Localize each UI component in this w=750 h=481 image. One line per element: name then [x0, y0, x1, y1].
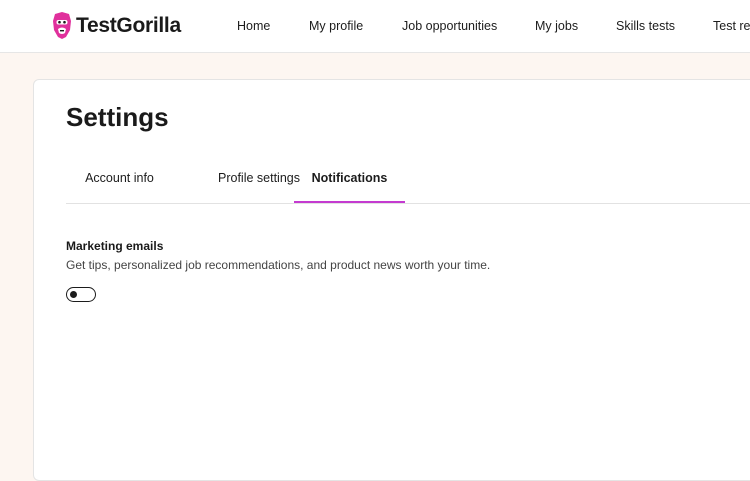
nav-item-my-jobs[interactable]: My jobs	[535, 19, 578, 33]
main-nav: Home My profile Job opportunities My job…	[0, 0, 750, 52]
top-navigation-bar: TestGorilla Home My profile Job opportun…	[0, 0, 750, 53]
settings-card: Settings Account info Profile settings N…	[33, 79, 750, 481]
marketing-emails-toggle[interactable]	[66, 287, 96, 302]
nav-item-my-profile[interactable]: My profile	[309, 19, 363, 33]
nav-item-test-results[interactable]: Test re	[713, 19, 750, 33]
nav-item-home[interactable]: Home	[237, 19, 270, 33]
marketing-emails-title: Marketing emails	[66, 239, 164, 253]
marketing-emails-description: Get tips, personalized job recommendatio…	[66, 258, 491, 272]
settings-tabs: Account info Profile settings Notificati…	[66, 157, 750, 204]
nav-item-job-opportunities[interactable]: Job opportunities	[402, 19, 497, 33]
nav-item-skills-tests[interactable]: Skills tests	[616, 19, 675, 33]
tab-notifications[interactable]: Notifications	[294, 157, 405, 203]
tab-account-info[interactable]: Account info	[66, 157, 173, 202]
page-title: Settings	[66, 102, 169, 132]
toggle-knob	[70, 291, 77, 298]
